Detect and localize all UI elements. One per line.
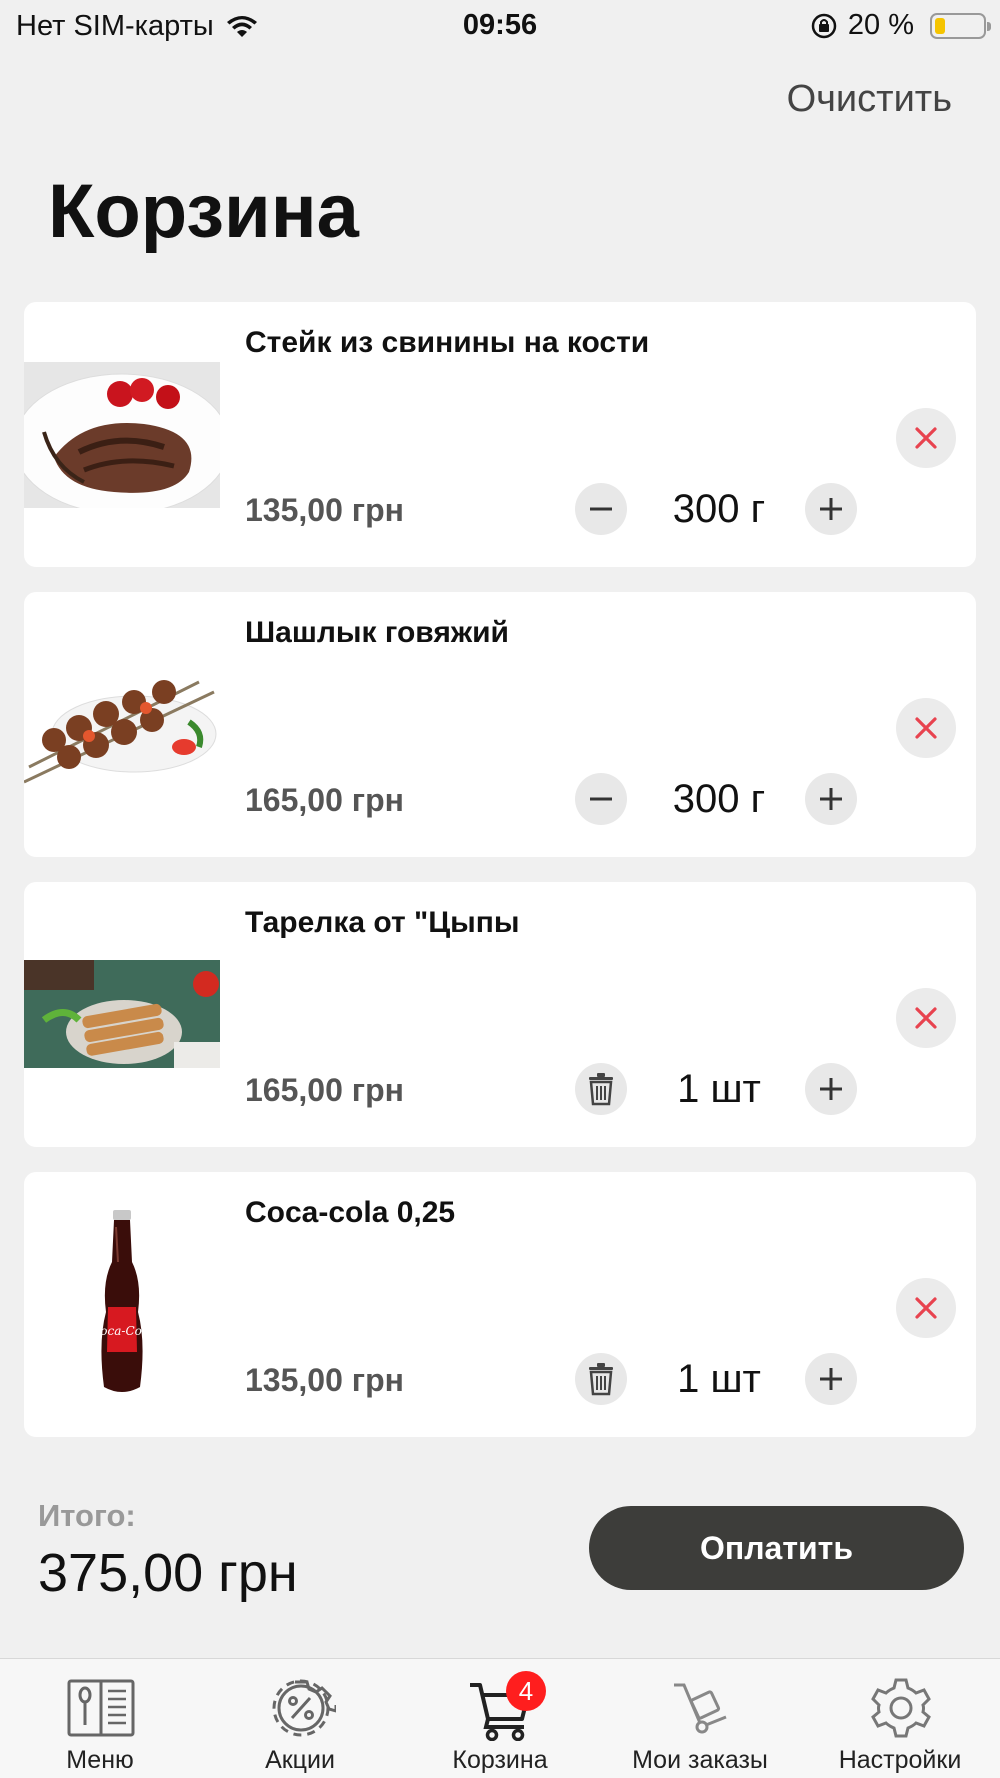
cart-item: Тарелка от "Цыпы 165,00 грн 1 шт (24, 882, 976, 1147)
plus-icon (820, 1078, 842, 1100)
cart-item: Coca-Cola Coca-cola 0,25 135,00 грн 1 шт (24, 1172, 976, 1437)
trash-icon (589, 1073, 613, 1106)
item-price: 135,00 грн (245, 1362, 404, 1398)
remove-item-button[interactable] (896, 408, 956, 468)
item-name: Стейк из свинины на кости (245, 326, 650, 359)
tab-label: Корзина (452, 1746, 548, 1774)
battery-percent: 20 % (847, 9, 914, 41)
increase-quantity-button[interactable] (805, 773, 857, 825)
status-right: 20 % (810, 9, 991, 42)
quantity-value: 1 шт (677, 1067, 761, 1111)
tab-cart[interactable]: 4 Корзина (400, 1659, 600, 1778)
decrease-quantity-button[interactable] (575, 483, 627, 535)
remove-item-button[interactable] (896, 988, 956, 1048)
coca-cola-bottle-photo: Coca-Cola (24, 1202, 220, 1402)
tab-label: Акции (265, 1746, 335, 1774)
battery-icon (930, 12, 991, 39)
quantity-value: 300 г (672, 777, 766, 821)
status-bar: Нет SIM-карты 09:56 20 % (0, 0, 1000, 52)
tab-my-orders[interactable]: Мои заказы (600, 1659, 800, 1778)
battery-fill (935, 17, 945, 34)
item-price: 165,00 грн (245, 782, 404, 818)
page-title: Корзина (48, 169, 359, 254)
item-name: Шашлык говяжий (245, 616, 509, 649)
remove-one-button[interactable] (575, 1063, 627, 1115)
cart-list: Стейк из свинины на кости 135,00 грн 300… (24, 302, 976, 1462)
close-icon (915, 717, 937, 739)
plus-icon (820, 1368, 842, 1390)
pork-steak-photo (24, 362, 220, 508)
clear-button[interactable]: Очистить (787, 78, 952, 121)
tab-label: Настройки (838, 1746, 962, 1774)
decrease-quantity-button[interactable] (575, 773, 627, 825)
tab-menu[interactable]: Меню (0, 1659, 200, 1778)
cart-item: Стейк из свинины на кости 135,00 грн 300… (24, 302, 976, 567)
cart-item: Шашлык говяжий 165,00 грн 300 г (24, 592, 976, 857)
hand-truck-icon (674, 1683, 727, 1734)
rotation-lock-icon (811, 13, 837, 38)
cart-count-badge: 4 (506, 1671, 546, 1711)
item-name: Coca-cola 0,25 (245, 1196, 456, 1229)
tab-settings[interactable]: Настройки (800, 1659, 1000, 1778)
plus-icon (820, 788, 842, 810)
discount-gear-icon (272, 1679, 336, 1737)
increase-quantity-button[interactable] (805, 483, 857, 535)
menu-book-icon (67, 1679, 135, 1737)
minus-icon (590, 797, 612, 801)
chicken-plate-photo (24, 960, 220, 1068)
trash-icon (589, 1363, 613, 1396)
increase-quantity-button[interactable] (805, 1063, 857, 1115)
pay-button[interactable]: Оплатить (589, 1506, 964, 1590)
total-label: Итого: (38, 1498, 136, 1533)
remove-item-button[interactable] (896, 698, 956, 758)
close-icon (915, 1007, 937, 1029)
svg-text:Coca-Cola: Coca-Cola (91, 1324, 153, 1338)
remove-item-button[interactable] (896, 1278, 956, 1338)
tab-label: Мои заказы (632, 1746, 768, 1774)
item-name: Тарелка от "Цыпы (245, 906, 520, 939)
quantity-value: 300 г (672, 487, 766, 531)
plus-icon (820, 498, 842, 520)
remove-one-button[interactable] (575, 1353, 627, 1405)
settings-gear-icon (871, 1678, 931, 1738)
increase-quantity-button[interactable] (805, 1353, 857, 1405)
tab-promotions[interactable]: Акции (200, 1659, 400, 1778)
item-price: 135,00 грн (245, 492, 404, 528)
tab-label: Меню (66, 1746, 134, 1774)
close-icon (915, 427, 937, 449)
minus-icon (590, 507, 612, 511)
quantity-value: 1 шт (677, 1357, 761, 1401)
total-value: 375,00 грн (38, 1543, 298, 1603)
tab-bar: Меню Акции 4 Корзина Мои заказы Настройк… (0, 1658, 1000, 1778)
item-price: 165,00 грн (245, 1072, 404, 1108)
beef-skewers-photo (24, 652, 220, 798)
close-icon (915, 1297, 937, 1319)
